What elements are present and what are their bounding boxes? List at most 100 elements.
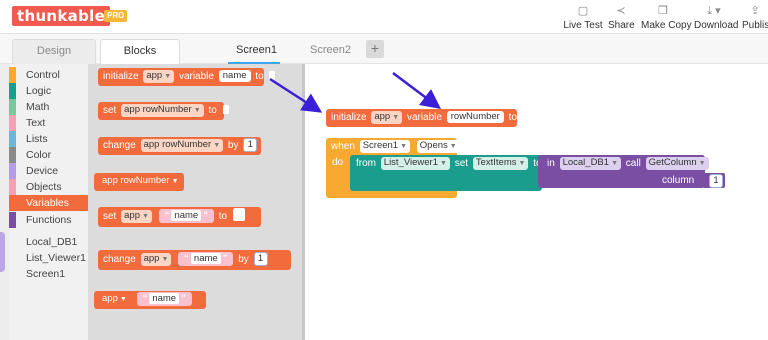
- category-color-swatch: [9, 99, 16, 115]
- scope-dropdown[interactable]: app ▼: [143, 70, 175, 83]
- category-color-swatch: [9, 163, 16, 179]
- category-functions[interactable]: Functions: [9, 212, 88, 228]
- set-property-header: from List_Viewer1▼ set TextItems▼ to: [356, 157, 542, 171]
- variable-dropdown[interactable]: app rowNumber ▼: [121, 104, 204, 117]
- column-arg-label: column: [662, 175, 695, 186]
- close-quote-icon: ”: [181, 293, 186, 304]
- screen-tab-screen1[interactable]: Screen1: [236, 44, 277, 56]
- database-dropdown[interactable]: Local_DB1 ▼: [559, 157, 621, 170]
- category-label: Lists: [26, 133, 48, 145]
- category-color[interactable]: Color: [9, 147, 88, 163]
- variable-dropdown[interactable]: app rowNumber ▼: [140, 139, 224, 152]
- string-input[interactable]: “name”: [158, 209, 214, 223]
- set-variable-block[interactable]: set app rowNumber ▼ to: [98, 102, 229, 120]
- make-copy-label: Make Copy: [641, 20, 692, 31]
- workspace-initialize-variable-block[interactable]: initialize app ▼ variable rowNumber to: [326, 109, 529, 127]
- close-quote-icon: ”: [203, 210, 208, 221]
- chevron-down-icon: ▼: [518, 160, 526, 167]
- block-keyword: set: [103, 105, 117, 116]
- change-variable-string-block[interactable]: change app ▼ “name” by 1: [98, 250, 291, 270]
- category-objects[interactable]: Objects: [9, 179, 88, 195]
- variable-dropdown[interactable]: app rowNumber ▼: [99, 175, 182, 188]
- category-color-swatch: [9, 83, 16, 99]
- property-dropdown[interactable]: TextItems ▼: [472, 157, 529, 170]
- dropdown-value: app rowNumber: [124, 104, 192, 115]
- category-label: Color: [26, 149, 52, 161]
- block-keyword: when: [331, 141, 355, 152]
- number-input[interactable]: 1: [243, 138, 258, 152]
- initialize-variable-block[interactable]: initialize app ▼ variable name to: [98, 68, 276, 86]
- chevron-down-icon: ▼: [164, 73, 172, 80]
- category-label: Variables: [26, 197, 69, 209]
- dropdown-value: app rowNumber: [102, 175, 170, 186]
- open-quote-icon: “: [142, 293, 148, 304]
- variable-name-field[interactable]: name: [218, 70, 251, 82]
- download-button[interactable]: ⤓ ▾ Download: [694, 4, 738, 31]
- empty-input-slot[interactable]: [232, 208, 245, 221]
- dropdown-value: app: [102, 293, 118, 304]
- category-text[interactable]: Text: [9, 115, 88, 131]
- get-variable-string-block[interactable]: app ▼ “name”: [94, 291, 206, 309]
- block-keyword: to: [208, 105, 217, 116]
- category-device[interactable]: Device: [9, 163, 88, 179]
- component-screen1[interactable]: Screen1: [26, 268, 65, 280]
- screen-tab-screen2[interactable]: Screen2: [310, 44, 351, 56]
- block-keyword: change: [103, 254, 136, 265]
- tab-blocks[interactable]: Blocks: [100, 39, 180, 64]
- dropdown-value: Local_DB1: [562, 157, 610, 168]
- scope-dropdown[interactable]: app ▼: [99, 293, 130, 306]
- thunkable-logo[interactable]: thunkable: [12, 6, 111, 26]
- open-quote-icon: “: [164, 210, 170, 221]
- tab-design[interactable]: Design: [12, 39, 96, 64]
- component-list-viewer1[interactable]: List_Viewer1: [26, 252, 86, 264]
- scope-dropdown[interactable]: app ▼: [121, 210, 152, 223]
- category-logic[interactable]: Logic: [9, 83, 88, 99]
- chevron-down-icon: ▼: [440, 160, 447, 167]
- scope-dropdown[interactable]: app ▼: [371, 111, 403, 124]
- category-label: Control: [26, 69, 60, 81]
- number-input[interactable]: 1: [253, 252, 268, 266]
- component-local-db1[interactable]: Local_DB1: [26, 236, 77, 248]
- string-input[interactable]: “name”: [178, 252, 234, 266]
- category-lists[interactable]: Lists: [9, 131, 88, 147]
- share-button[interactable]: ≺ Share: [608, 4, 635, 31]
- category-color-swatch: [9, 67, 16, 83]
- close-quote-icon: ”: [222, 253, 228, 264]
- component-dropdown[interactable]: Screen1 ▼: [359, 140, 411, 153]
- get-variable-block[interactable]: app rowNumber ▼: [94, 173, 184, 191]
- category-control[interactable]: Control: [9, 67, 88, 83]
- make-copy-button[interactable]: ❐ Make Copy: [641, 4, 692, 31]
- set-variable-string-block[interactable]: set app ▼ “name” to: [98, 207, 261, 227]
- chevron-down-icon: ▼: [449, 143, 457, 150]
- category-color-swatch: [9, 179, 16, 195]
- change-variable-block[interactable]: change app rowNumber ▼ by 1: [98, 137, 261, 155]
- chevron-down-icon: ▼: [698, 160, 706, 167]
- column-number-input[interactable]: 1: [709, 174, 723, 188]
- add-screen-button[interactable]: +: [366, 40, 384, 58]
- chevron-down-icon: ▼: [171, 178, 179, 185]
- chevron-down-icon: ▼: [213, 142, 221, 149]
- component-dropdown[interactable]: List_Viewer1 ▼: [380, 157, 450, 170]
- blocks-workspace[interactable]: [305, 64, 768, 340]
- block-category-panel: Control Logic Math Text Lists Color Devi…: [9, 64, 88, 340]
- chevron-down-icon: ▼: [161, 256, 169, 263]
- chevron-down-icon: ▼: [119, 296, 127, 303]
- event-dropdown[interactable]: Opens ▼: [416, 140, 460, 153]
- publish-button[interactable]: ⇪ Publish: [742, 4, 768, 31]
- share-label: Share: [608, 20, 635, 31]
- string-value: name: [171, 210, 202, 221]
- block-keyword: variable: [406, 112, 442, 123]
- dropdown-value: app: [146, 70, 163, 81]
- scope-dropdown[interactable]: app ▼: [140, 253, 172, 266]
- method-dropdown[interactable]: GetColumn ▼: [645, 157, 709, 170]
- category-math[interactable]: Math: [9, 99, 88, 115]
- string-input[interactable]: “name”: [136, 292, 192, 306]
- category-color-swatch: [9, 131, 16, 147]
- chevron-down-icon: ▼: [193, 107, 201, 114]
- collapsed-panel-handle[interactable]: [0, 232, 5, 272]
- variable-name-field[interactable]: rowNumber: [446, 111, 504, 123]
- category-variables[interactable]: Variables: [9, 195, 88, 211]
- live-test-button[interactable]: ▢ Live Test: [563, 4, 603, 31]
- category-label: Objects: [26, 181, 62, 193]
- open-quote-icon: “: [184, 253, 189, 264]
